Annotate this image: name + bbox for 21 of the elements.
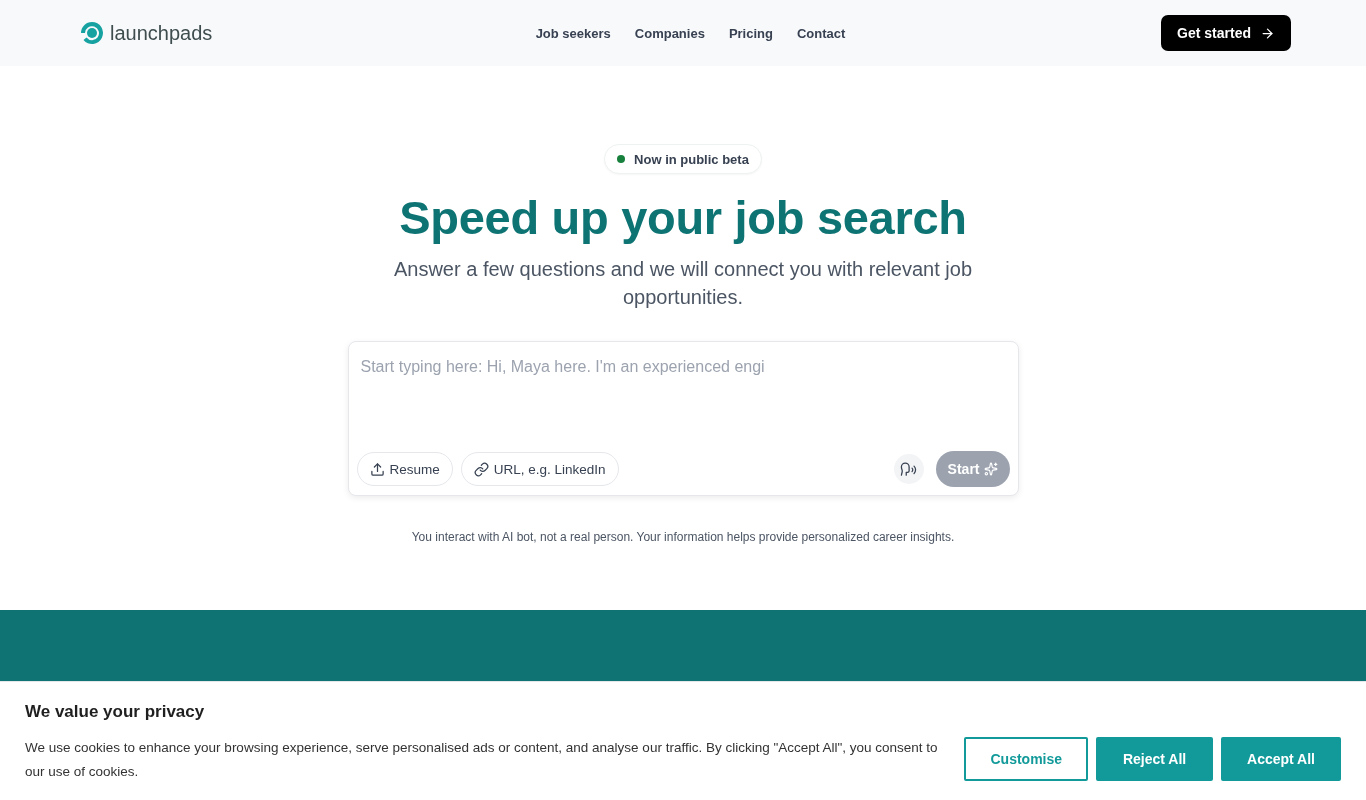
link-icon (473, 461, 489, 477)
nav-link[interactable]: Companies (634, 25, 705, 41)
status-dot-icon (617, 155, 626, 163)
cookie-text: We use cookies to enhance your browsing experience, serve personalised ads or content, and analyse our traffic. By clicking "Accept All", you consent to our use of cookies. (25, 739, 939, 781)
speaking-head-icon (900, 460, 918, 478)
hero-subtitle: Answer a few questions and we will connect you with relevant job opportunities. (392, 257, 974, 310)
nav-link[interactable]: Contact (796, 25, 846, 41)
nav-link[interactable]: Pricing (728, 25, 773, 41)
cookie-title: We value your privacy (25, 702, 206, 722)
nav-link[interactable]: Job seekers (535, 25, 611, 41)
upload-icon (369, 461, 385, 477)
voice-button[interactable] (893, 454, 924, 484)
hero-title: Speed up your job search (399, 190, 967, 246)
url-link-button[interactable]: URL, e.g. LinkedIn (460, 452, 619, 486)
resume-upload-button[interactable]: Resume (356, 452, 453, 486)
sparkles-icon (983, 462, 998, 476)
get-started-button[interactable]: Get started (1161, 15, 1291, 51)
disclaimer-text: You interact with AI bot, not a real person. Your information helps provide personalized career insights. (411, 530, 955, 544)
logo-icon (80, 21, 104, 45)
logo-text: launchpads (110, 21, 213, 45)
badge-text: Now in public beta (634, 151, 749, 167)
